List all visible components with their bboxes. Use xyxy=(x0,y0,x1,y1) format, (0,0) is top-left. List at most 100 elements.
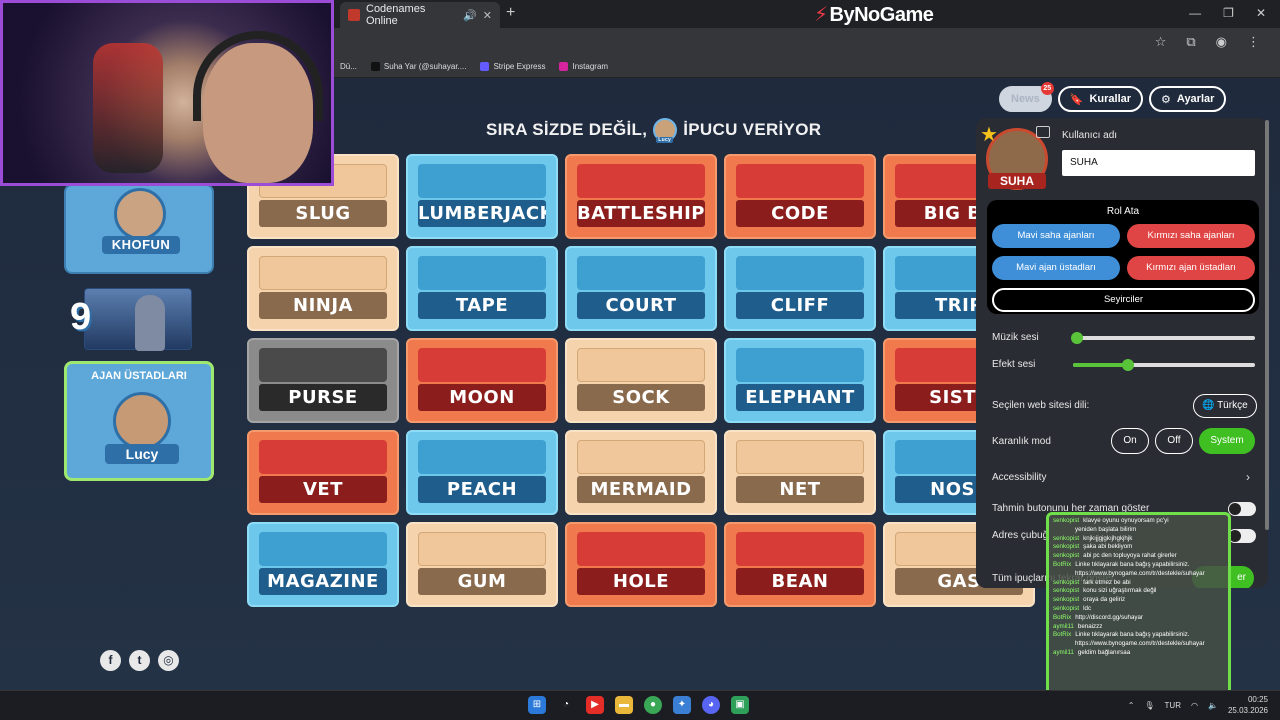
settings-button[interactable]: ⚙ Ayarlar xyxy=(1149,86,1227,112)
clock-date: 25.03.2026 xyxy=(1227,706,1268,715)
menu-icon[interactable]: ⋮ xyxy=(1247,34,1260,50)
role-title: Rol Ata xyxy=(1106,206,1140,217)
spectators-button[interactable]: Seyirciler xyxy=(992,288,1255,312)
username-label: Kullanıcı adı xyxy=(1062,130,1118,141)
chevron-right-icon[interactable]: › xyxy=(1246,470,1250,484)
chat-username: aymil11 xyxy=(1053,648,1074,656)
word-card[interactable]: BEAN xyxy=(724,522,876,607)
blue-spymasters-button[interactable]: Mavi ajan üstadları xyxy=(992,256,1120,280)
panel-scrollbar[interactable] xyxy=(1265,120,1269,530)
restore-icon[interactable]: ❐ xyxy=(1223,6,1234,20)
word-card[interactable]: ELEPHANT xyxy=(724,338,876,423)
chat-username: senkopist xyxy=(1053,596,1080,604)
card-top-panel xyxy=(577,256,705,290)
blue-agents-button[interactable]: Mavi saha ajanları xyxy=(992,224,1120,248)
chat-text: Linke tıklayarak bana bağış yapabilirsin… xyxy=(1075,560,1190,568)
news-button[interactable]: News 25 xyxy=(999,82,1054,112)
card-top-panel xyxy=(418,256,546,290)
word-card[interactable]: MERMAID xyxy=(565,430,717,515)
word-card[interactable]: HOLE xyxy=(565,522,717,607)
word-card[interactable]: NINJA xyxy=(247,246,399,331)
obs-icon[interactable]: ▣ xyxy=(731,696,749,714)
youtube-icon[interactable]: ▶ xyxy=(586,696,604,714)
input-language[interactable]: TUR xyxy=(1165,701,1181,710)
card-word: MAGAZINE xyxy=(259,568,387,595)
username-input[interactable]: SUHA xyxy=(1062,150,1255,176)
speedometer-icon[interactable]: ◔ xyxy=(557,696,575,714)
word-card[interactable]: PEACH xyxy=(406,430,558,515)
card-top-panel xyxy=(577,532,705,566)
card-top-panel xyxy=(736,164,864,198)
rules-button[interactable]: 🔖 Kurallar xyxy=(1057,86,1144,112)
music-volume-slider[interactable] xyxy=(1071,332,1255,344)
card-top-panel xyxy=(418,532,546,566)
card-top-panel xyxy=(736,348,864,382)
bookmark-item[interactable]: Instagram xyxy=(559,62,608,71)
dark-mode-off-button[interactable]: Off xyxy=(1155,428,1193,454)
bookmark-star-icon[interactable]: ☆ xyxy=(1155,34,1167,50)
word-card[interactable]: COURT xyxy=(565,246,717,331)
address-bar-toggle[interactable] xyxy=(1228,529,1256,543)
chat-text: benaizzz xyxy=(1077,622,1103,630)
word-card[interactable]: BATTLESHIP xyxy=(565,154,717,239)
edit-avatar-icon[interactable] xyxy=(1036,126,1050,138)
card-top-panel xyxy=(259,440,387,474)
volume-icon[interactable]: 🔈 xyxy=(1208,701,1218,710)
word-card[interactable]: MOON xyxy=(406,338,558,423)
clock[interactable]: 00:25 25.03.2026 xyxy=(1228,694,1268,716)
new-tab-button[interactable]: + xyxy=(506,4,515,22)
windows-start-icon[interactable]: ⊞ xyxy=(528,696,546,714)
bookmark-label: Stripe Express xyxy=(493,62,546,71)
accessibility-label[interactable]: Accessibility xyxy=(992,472,1046,483)
file-explorer-icon[interactable]: ▬ xyxy=(615,696,633,714)
word-card[interactable]: VET xyxy=(247,430,399,515)
speaker-icon[interactable]: 🔊 xyxy=(463,9,477,22)
chevron-up-icon[interactable]: ⌃ xyxy=(1128,701,1135,710)
word-card[interactable]: LUMBERJACK xyxy=(406,154,558,239)
brand-logo: ⚡ ByNoGame xyxy=(814,2,934,27)
discord-icon[interactable]: ◕ xyxy=(702,696,720,714)
word-card[interactable]: PURSE xyxy=(247,338,399,423)
site-language-label: Seçilen web sitesi dili: xyxy=(992,400,1090,411)
chat-message: yeniden başlata bilirim xyxy=(1053,526,1224,535)
facebook-icon[interactable]: f xyxy=(100,650,121,671)
word-card[interactable]: CODE xyxy=(724,154,876,239)
profile-icon[interactable]: ◉ xyxy=(1216,34,1227,50)
chat-username: senkopist xyxy=(1053,517,1080,524)
effect-volume-knob[interactable] xyxy=(1121,359,1134,371)
taskbar-apps: ⊞ ◔ ▶ ▬ ● ✦ ◕ ▣ xyxy=(528,696,749,714)
app-icon[interactable]: ✦ xyxy=(673,696,691,714)
extensions-icon[interactable]: ⧉ xyxy=(1186,34,1195,50)
word-card[interactable]: SOCK xyxy=(565,338,717,423)
effect-volume-slider[interactable] xyxy=(1073,359,1255,371)
window-controls: — ❐ ✕ xyxy=(1189,6,1266,20)
word-card[interactable]: GUM xyxy=(406,522,558,607)
top-buttons: News 25 🔖 Kurallar ⚙ Ayarlar xyxy=(999,82,1227,112)
chat-username: senkopist xyxy=(1053,543,1080,551)
red-agents-button[interactable]: Kırmızı saha ajanları xyxy=(1127,224,1255,248)
bookmark-item[interactable]: Dü... xyxy=(340,62,357,71)
bookmark-item[interactable]: Stripe Express xyxy=(480,62,545,71)
webcam-overlay xyxy=(0,0,334,186)
language-button[interactable]: 🌐 Türkçe xyxy=(1193,394,1257,418)
browser-tab[interactable]: Codenames Online 🔊 ✕ xyxy=(340,2,500,28)
close-tab-icon[interactable]: ✕ xyxy=(483,9,492,22)
twitter-icon[interactable]: t xyxy=(129,650,150,671)
instagram-social-icon[interactable]: ◎ xyxy=(158,650,179,671)
word-card[interactable]: CLIFF xyxy=(724,246,876,331)
word-card[interactable]: MAGAZINE xyxy=(247,522,399,607)
chat-message: BotRix Linke tıklayarak bana bağış yapabi… xyxy=(1053,561,1224,570)
dark-mode-system-button[interactable]: System xyxy=(1199,428,1255,454)
wifi-icon[interactable]: ◠ xyxy=(1191,701,1198,710)
microphone-icon[interactable]: 🎙 xyxy=(1144,701,1154,710)
music-volume-knob[interactable] xyxy=(1071,332,1083,344)
minimize-icon[interactable]: — xyxy=(1189,6,1201,20)
word-card[interactable]: NET xyxy=(724,430,876,515)
close-window-icon[interactable]: ✕ xyxy=(1256,6,1266,20)
bookmark-item[interactable]: Suha Yar (@suhayar.... xyxy=(370,62,466,71)
chrome-icon[interactable]: ● xyxy=(644,696,662,714)
guess-button-toggle[interactable] xyxy=(1228,502,1256,516)
red-spymasters-button[interactable]: Kırmızı ajan üstadları xyxy=(1127,256,1255,280)
dark-mode-on-button[interactable]: On xyxy=(1111,428,1149,454)
word-card[interactable]: TAPE xyxy=(406,246,558,331)
